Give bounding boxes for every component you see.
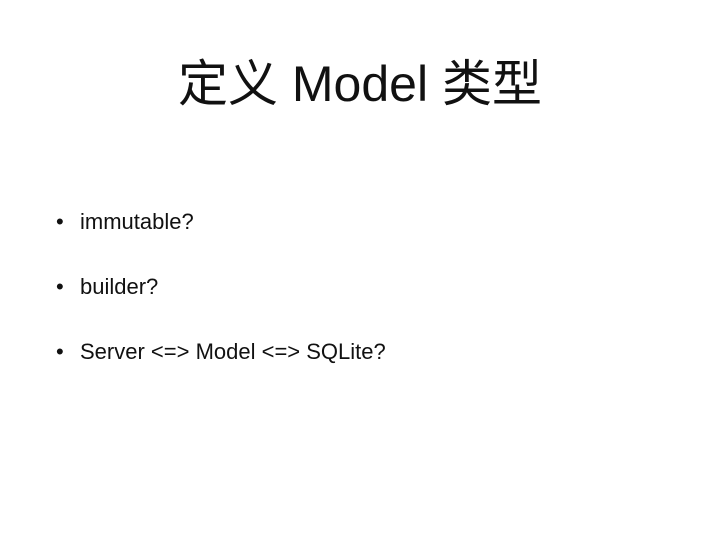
bullet-text: builder?: [80, 274, 159, 299]
bullet-item-server-model-sqlite: • Server <=> Model <=> SQLite?: [56, 334, 386, 399]
bullet-marker: •: [56, 209, 64, 234]
slide: 定义 Model 类型 • immutable? • builder? • Se…: [0, 0, 720, 540]
bullet-marker: •: [56, 339, 64, 364]
bullet-item-builder: • builder?: [56, 269, 386, 334]
slide-title: 定义 Model 类型: [178, 56, 542, 112]
bullet-list: • immutable? • builder? • Server <=> Mod…: [56, 204, 386, 399]
bullet-text: immutable?: [80, 209, 194, 234]
bullet-item-immutable: • immutable?: [56, 204, 386, 269]
bullet-marker: •: [56, 274, 64, 299]
bullet-text: Server <=> Model <=> SQLite?: [80, 339, 386, 364]
